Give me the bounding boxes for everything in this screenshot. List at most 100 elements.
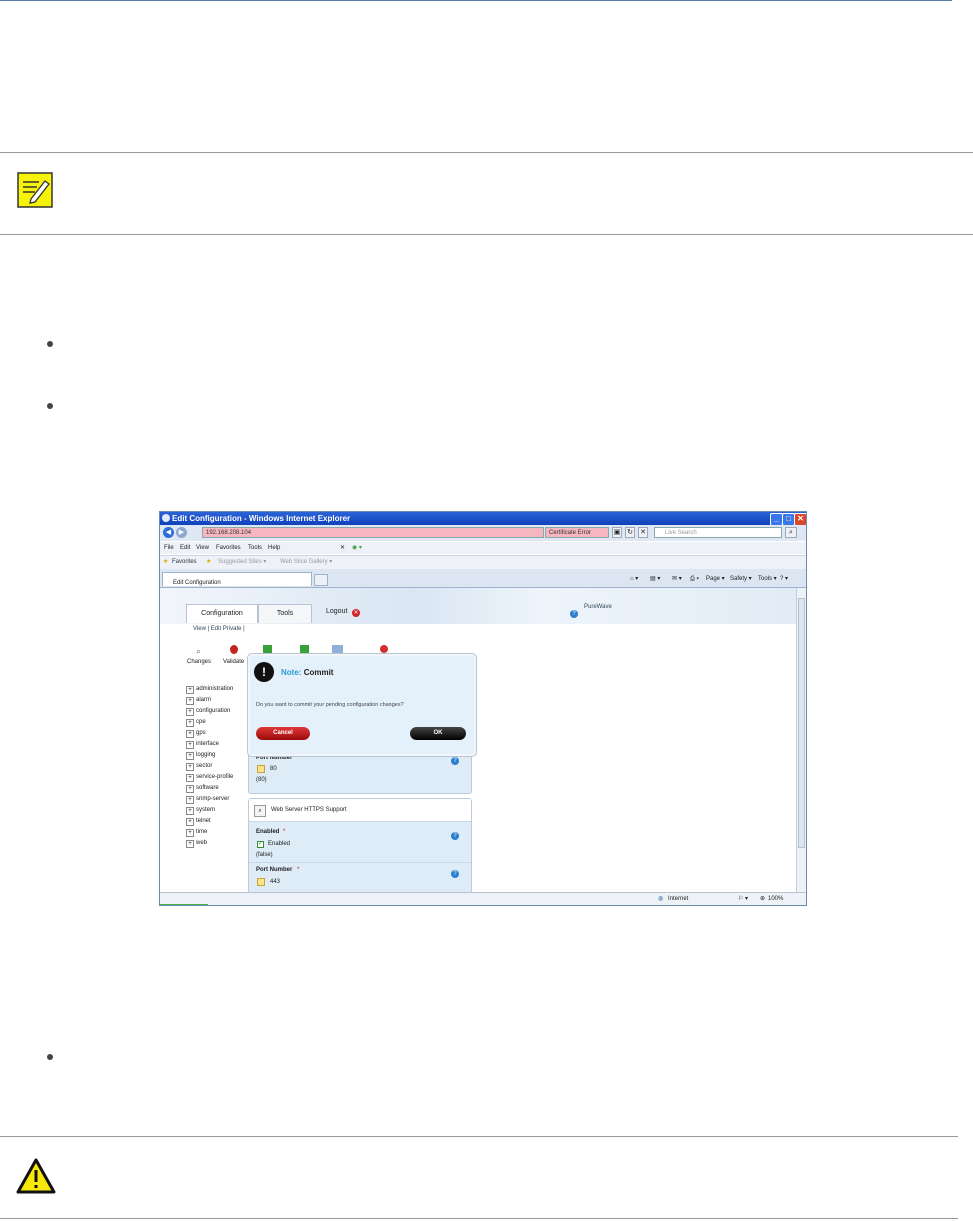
certificate-error[interactable]: Certificate Error [545, 527, 609, 538]
favorites-button[interactable]: Favorites [172, 556, 197, 569]
note-icon [17, 172, 53, 208]
tree-item[interactable]: interface [186, 739, 233, 750]
address-text: 192.168.208.104 [206, 530, 252, 536]
tree-item[interactable]: software [186, 783, 233, 794]
menu-favorites[interactable]: Favorites [216, 542, 241, 554]
edit-icon[interactable] [257, 878, 265, 886]
compat-icon[interactable]: ▣ [612, 527, 622, 538]
logout-icon[interactable]: ✕ [352, 609, 360, 617]
new-tab-button[interactable] [314, 574, 328, 586]
protected-mode-icon[interactable]: ⚐ ▾ [738, 893, 748, 905]
bullet [47, 403, 53, 409]
status-bar: ◍ Internet ⚐ ▾ ⊕ 100% [160, 892, 806, 905]
tree-item[interactable]: sector [186, 761, 233, 772]
help-icon[interactable]: ? [570, 610, 578, 618]
apply-icon[interactable] [300, 645, 309, 653]
back-icon[interactable]: ◀ [163, 527, 174, 538]
discard-icon[interactable] [380, 645, 388, 653]
refresh-icon[interactable]: ↻ [625, 527, 635, 538]
address-row: ◀ ▶ 192.168.208.104 Certificate Error ▣ … [160, 525, 806, 541]
suggested-sites[interactable]: Suggested Sites ▾ [218, 556, 266, 569]
tools-menu[interactable]: Tools ▾ [758, 574, 777, 584]
tree-item[interactable]: configuration [186, 706, 233, 717]
globe-icon: ◍ [658, 896, 664, 902]
tab-tools-label: Tools [276, 610, 294, 617]
add-favorite-icon[interactable]: ★ [206, 556, 211, 569]
ie-screenshot: Edit Configuration - Windows Internet Ex… [159, 511, 807, 906]
window-title: Edit Configuration - Windows Internet Ex… [172, 514, 351, 523]
cancel-button[interactable]: Cancel [256, 727, 310, 740]
http-port-help-icon[interactable]: ? [451, 757, 459, 765]
ie-logo-icon [162, 514, 170, 522]
tree-item[interactable]: time [186, 827, 233, 838]
zoom-level[interactable]: 100% [768, 893, 783, 905]
https-enabled-help-icon[interactable]: ? [451, 832, 459, 840]
menu-tools[interactable]: Tools [248, 542, 262, 554]
warning-bottom-rule [0, 1218, 958, 1219]
safety-menu[interactable]: Safety ▾ [730, 574, 752, 584]
https-port-value[interactable]: 443 [270, 879, 280, 885]
note-top-rule [0, 152, 973, 153]
scrollbar-thumb[interactable] [798, 598, 805, 848]
print-icon[interactable]: ⎙ ▾ [690, 574, 699, 584]
tab-tools[interactable]: Tools [258, 604, 312, 623]
search-input[interactable]: Live Search [654, 527, 782, 538]
tab-bar: Edit Configuration ⌂ ▾ ▤ ▾ ✉ ▾ ⎙ ▾ Page … [160, 569, 806, 588]
https-panel-header: ⌕ Web Server HTTPS Support [249, 799, 471, 822]
page-content: Configuration Tools Logout ✕ ? PureWave … [160, 588, 796, 896]
cert-error-label: Certificate Error [549, 530, 592, 536]
home-icon[interactable]: ⌂ ▾ [630, 574, 638, 584]
vertical-scrollbar[interactable] [796, 588, 806, 892]
search-icon[interactable]: ⌕ [785, 527, 797, 538]
tree-item[interactable]: logging [186, 750, 233, 761]
addon-icon[interactable]: ◉ ▾ [352, 542, 362, 554]
help-menu-icon[interactable]: ? ▾ [780, 574, 788, 584]
https-port-help-icon[interactable]: ? [451, 870, 459, 878]
feeds-icon[interactable]: ▤ ▾ [650, 574, 660, 584]
http-port-default: (80) [256, 777, 267, 783]
tree-item[interactable]: web [186, 838, 233, 849]
zoom-icon[interactable]: ⊕ [760, 893, 765, 905]
edit-icon[interactable] [257, 765, 265, 773]
tree-item[interactable]: administration [186, 684, 233, 695]
tree-item[interactable]: alarm [186, 695, 233, 706]
subnav: View | Edit Private | [193, 626, 245, 632]
bullet [47, 1054, 53, 1060]
validate-button[interactable]: Validate [223, 659, 244, 665]
close-x-icon[interactable]: ✕ [340, 542, 345, 554]
config-tree: administration alarm configuration cpe g… [186, 684, 233, 849]
progress-bar [160, 904, 208, 905]
revert-icon[interactable] [263, 645, 272, 653]
save-icon[interactable] [332, 645, 343, 653]
http-port-value[interactable]: 80 [270, 766, 277, 772]
https-enabled-label: Enabled [256, 829, 280, 835]
menu-file[interactable]: File [164, 542, 174, 554]
tree-item[interactable]: telnet [186, 816, 233, 827]
changes-button[interactable]: Changes [187, 659, 211, 665]
tree-item[interactable]: gps [186, 728, 233, 739]
tab-configuration[interactable]: Configuration [186, 604, 258, 623]
address-bar[interactable]: 192.168.208.104 [202, 527, 544, 538]
browser-tab[interactable]: Edit Configuration [162, 572, 312, 586]
menu-help[interactable]: Help [268, 542, 280, 554]
menu-edit[interactable]: Edit [180, 542, 190, 554]
web-slice-gallery[interactable]: Web Slice Gallery ▾ [280, 556, 332, 569]
stop-icon[interactable]: ✕ [638, 527, 648, 538]
https-enabled-checkbox[interactable]: ✓ [257, 841, 264, 848]
tree-item[interactable]: system [186, 805, 233, 816]
search-icon: ⌕ [254, 805, 266, 817]
tree-item[interactable]: service-profile [186, 772, 233, 783]
page-menu[interactable]: Page ▾ [706, 574, 725, 584]
dialog-title-prefix: Note: [281, 668, 302, 677]
tree-item[interactable]: cpe [186, 717, 233, 728]
ok-button[interactable]: OK [410, 727, 466, 740]
tree-item[interactable]: snmp-server [186, 794, 233, 805]
mail-icon[interactable]: ✉ ▾ [672, 574, 682, 584]
changes-icon[interactable]: ⌕ [196, 646, 201, 657]
menu-view[interactable]: View [196, 542, 209, 554]
logout-link[interactable]: Logout [326, 608, 347, 615]
forward-icon[interactable]: ▶ [176, 527, 187, 538]
warning-top-rule [0, 1136, 958, 1137]
validate-icon[interactable] [230, 645, 238, 654]
panel-divider [249, 862, 471, 863]
